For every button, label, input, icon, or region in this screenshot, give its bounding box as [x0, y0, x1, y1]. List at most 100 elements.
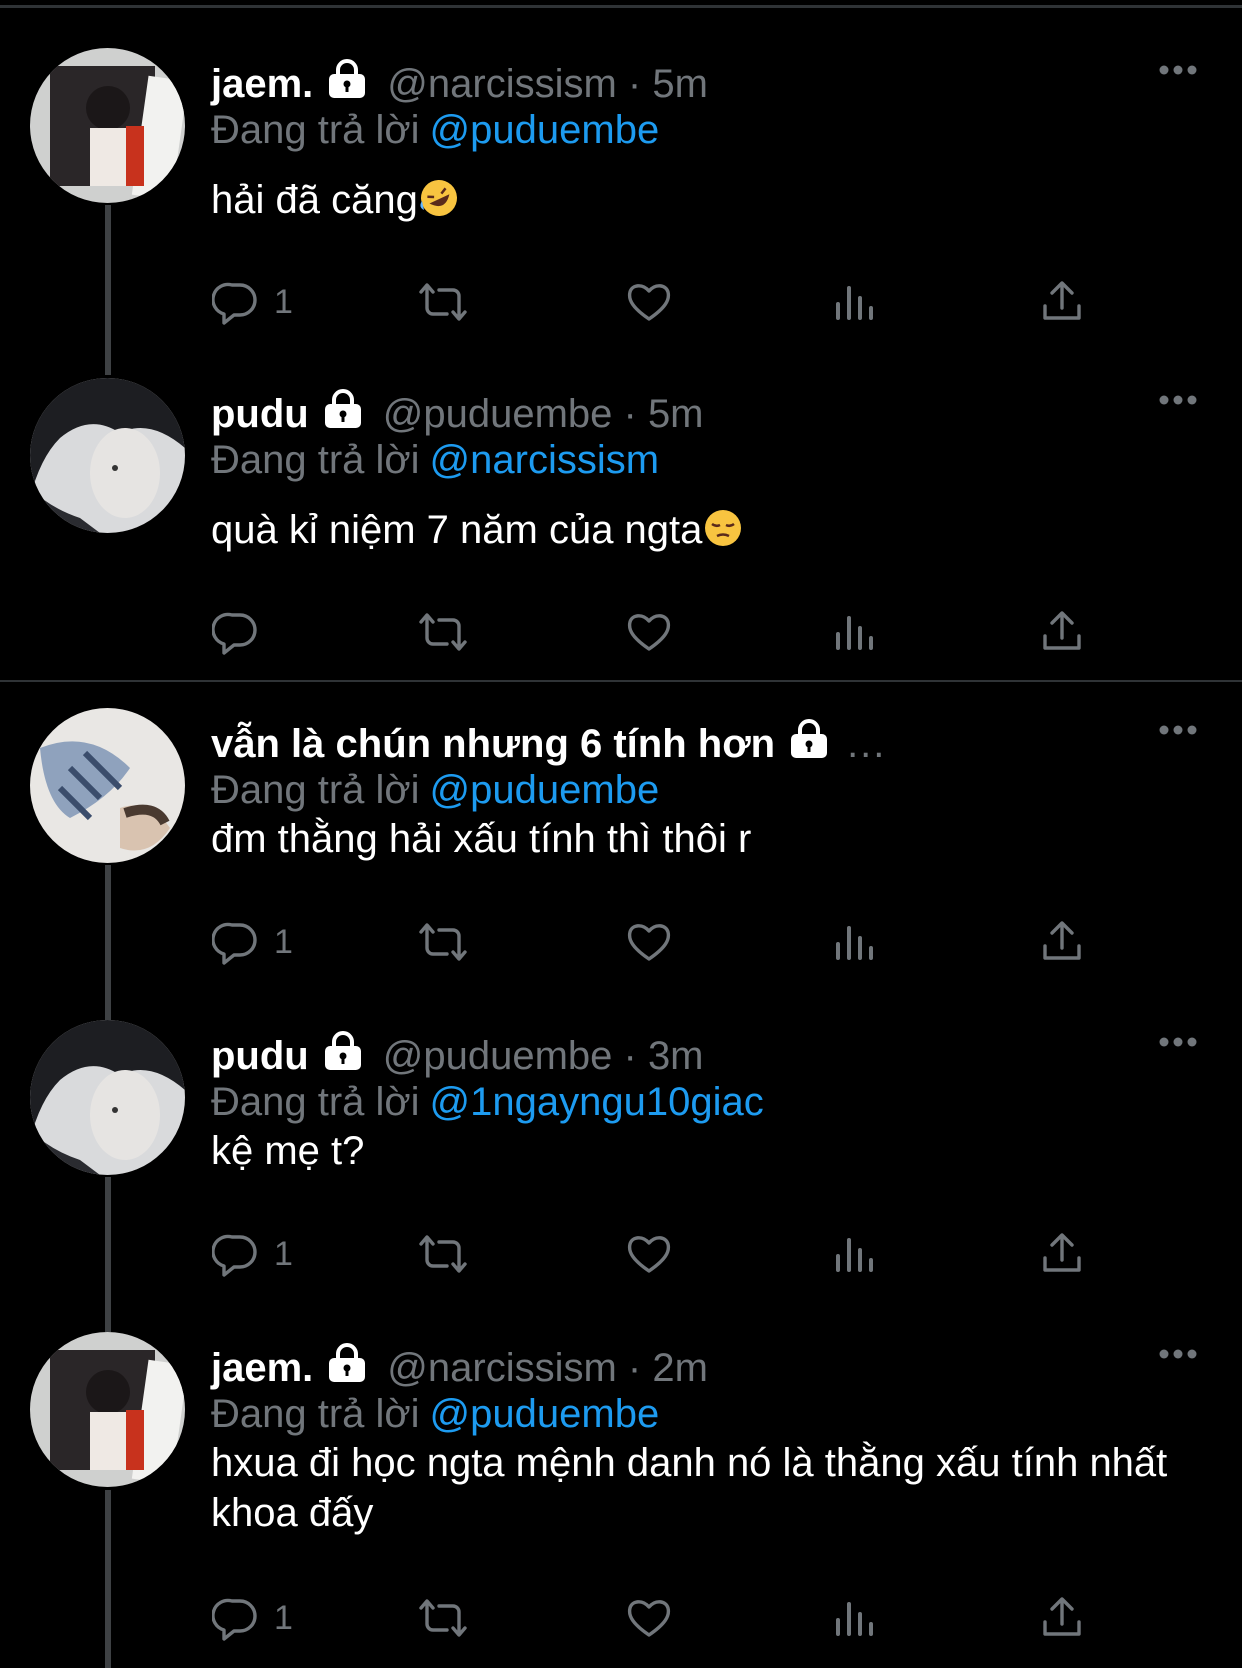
timestamp[interactable]: 5m: [652, 62, 708, 107]
avatar[interactable]: [30, 378, 185, 533]
more-icon[interactable]: [1158, 62, 1198, 82]
views-button[interactable]: [833, 1224, 877, 1284]
tweet-header: pudu @puduembe · 3m: [211, 1028, 704, 1084]
reply-count: 1: [274, 1598, 293, 1637]
share-button[interactable]: [1038, 602, 1086, 662]
action-bar: 1: [0, 272, 1242, 332]
action-bar: 1: [0, 1224, 1242, 1284]
like-button[interactable]: [625, 602, 673, 662]
handle[interactable]: @puduembe: [383, 392, 613, 437]
handle[interactable]: @narcissism: [387, 1346, 617, 1391]
tweet-text-content: hải đã căng: [211, 178, 418, 222]
reply-to-user[interactable]: @puduembe: [430, 768, 660, 812]
replying-to-label: Đang trả lời: [211, 1080, 420, 1124]
tweet-text: hxua đi học ngta mệnh danh nó là thằng x…: [211, 1441, 1168, 1535]
more-icon[interactable]: [1158, 392, 1198, 412]
handle[interactable]: @narcissism: [387, 62, 617, 107]
separator-dot: ·: [612, 1033, 648, 1078]
tweet-text-content: quà kỉ niệm 7 năm của ngta: [211, 508, 703, 552]
retweet-icon: [419, 613, 467, 651]
like-button[interactable]: [625, 912, 673, 972]
display-name[interactable]: jaem.: [211, 1346, 313, 1391]
avatar[interactable]: [30, 708, 185, 863]
share-button[interactable]: [1038, 912, 1086, 972]
replying-to-label: Đang trả lời: [211, 768, 420, 812]
heart-icon: [627, 1600, 671, 1637]
replying-to: Đang trả lời @1ngayngu10giac: [211, 1080, 764, 1125]
reply-button[interactable]: [212, 602, 274, 662]
retweet-button[interactable]: [415, 272, 471, 332]
share-button[interactable]: [1038, 272, 1086, 332]
reply-icon: [212, 1598, 257, 1641]
timestamp[interactable]: 3m: [648, 1034, 704, 1079]
heart-icon: [627, 614, 671, 651]
like-button[interactable]: [625, 1588, 673, 1648]
views-button[interactable]: [833, 272, 877, 332]
retweet-button[interactable]: [415, 1224, 471, 1284]
reply-button[interactable]: 1: [212, 1224, 293, 1284]
views-chart-icon: [836, 616, 873, 650]
more-icon[interactable]: [1158, 1346, 1198, 1366]
share-icon: [1043, 921, 1081, 960]
retweet-icon: [419, 1235, 467, 1273]
reply-to-user[interactable]: @puduembe: [430, 1392, 660, 1436]
reply-count: 1: [274, 1234, 293, 1273]
tweet-header: pudu @puduembe · 5m: [211, 386, 704, 442]
views-chart-icon: [836, 1238, 873, 1272]
separator-dot: ·: [616, 61, 653, 106]
retweet-button[interactable]: [415, 912, 471, 972]
pensive-face-emoji: [702, 507, 744, 561]
reply-to-user[interactable]: @1ngayngu10giac: [430, 1080, 764, 1124]
lock-icon: [321, 389, 365, 439]
lock-icon: [325, 59, 369, 109]
views-chart-icon: [836, 926, 873, 960]
replying-to: Đang trả lời @puduembe: [211, 768, 659, 813]
more-icon[interactable]: [1158, 722, 1198, 742]
reply-count: 1: [274, 282, 293, 321]
display-name[interactable]: vẫn là chún nhưng 6 tính hơn: [211, 722, 775, 767]
timestamp[interactable]: 5m: [648, 392, 704, 437]
reply-to-user[interactable]: @puduembe: [430, 108, 660, 152]
reply-icon: [212, 612, 257, 655]
views-button[interactable]: [833, 1588, 877, 1648]
reply-button[interactable]: 1: [212, 1588, 293, 1648]
like-button[interactable]: [625, 1224, 673, 1284]
avatar[interactable]: [30, 48, 185, 203]
share-button[interactable]: [1038, 1588, 1086, 1648]
views-button[interactable]: [833, 912, 877, 972]
display-name[interactable]: pudu: [211, 392, 309, 437]
reply-icon: [212, 922, 257, 965]
tweet-header: jaem. @narcissism · 5m: [211, 56, 708, 112]
avatar[interactable]: [30, 1020, 185, 1175]
views-button[interactable]: [833, 602, 877, 662]
reply-button[interactable]: 1: [212, 912, 293, 972]
action-bar: [0, 602, 1242, 662]
reply-to-user[interactable]: @narcissism: [430, 438, 660, 482]
retweet-icon: [419, 283, 467, 321]
more-icon[interactable]: [1158, 1034, 1198, 1054]
top-divider: [0, 5, 1242, 8]
views-chart-icon: [836, 1602, 873, 1636]
tweet-header: jaem. @narcissism · 2m: [211, 1340, 708, 1396]
reply-button[interactable]: 1: [212, 272, 293, 332]
reply-count: 1: [274, 922, 293, 961]
rolling-on-floor-laughing-emoji: [418, 177, 460, 231]
retweet-icon: [419, 1599, 467, 1637]
avatar[interactable]: [30, 1332, 185, 1487]
share-button[interactable]: [1038, 1224, 1086, 1284]
like-button[interactable]: [625, 272, 673, 332]
replying-to: Đang trả lời @puduembe: [211, 1392, 659, 1437]
action-bar: 1: [0, 1588, 1242, 1648]
handle[interactable]: @puduembe: [383, 1034, 613, 1079]
retweet-button[interactable]: [415, 602, 471, 662]
replying-to: Đang trả lời @puduembe: [211, 108, 659, 153]
truncated-handle[interactable]: ...: [847, 722, 886, 767]
display-name[interactable]: jaem.: [211, 62, 313, 107]
tweet-header: vẫn là chún nhưng 6 tính hơn ...: [211, 716, 886, 772]
display-name[interactable]: pudu: [211, 1034, 309, 1079]
timestamp[interactable]: 2m: [652, 1346, 708, 1391]
lock-icon: [325, 1343, 369, 1393]
retweet-icon: [419, 923, 467, 961]
tweet-text: kệ mẹ t?: [211, 1129, 365, 1173]
retweet-button[interactable]: [415, 1588, 471, 1648]
